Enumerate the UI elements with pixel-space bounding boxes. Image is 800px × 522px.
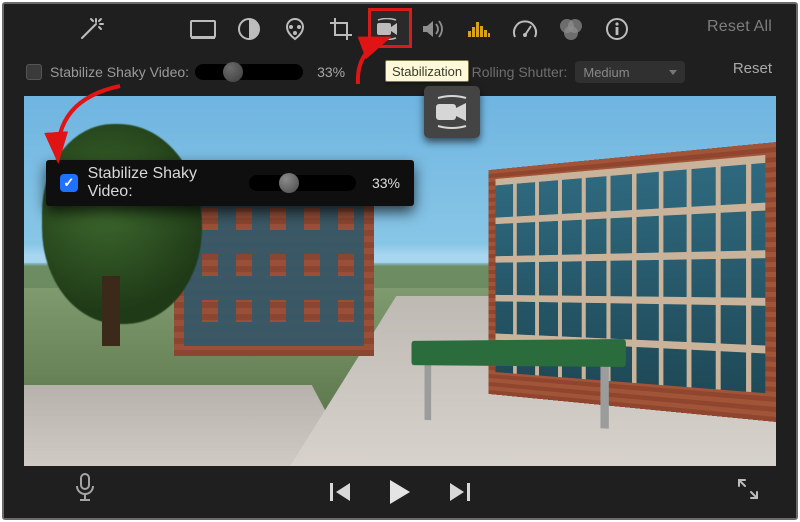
voiceover-mic-icon[interactable] xyxy=(74,473,96,508)
clip-filter-icon[interactable] xyxy=(558,16,584,42)
preview-canopy xyxy=(412,339,626,367)
stabilize-label: Stabilize Shaky Video: xyxy=(50,64,189,80)
stabilize-checkbox-checked[interactable] xyxy=(60,174,78,192)
crop-icon[interactable] xyxy=(328,16,354,42)
info-icon[interactable] xyxy=(604,16,630,42)
app-window: Reset All Stabilize Shaky Video: 33% Fix… xyxy=(2,2,798,520)
slider-knob[interactable] xyxy=(223,62,243,82)
fullscreen-icon[interactable] xyxy=(736,477,760,506)
preview-tree xyxy=(42,124,202,324)
rolling-shutter-value: Medium xyxy=(583,65,629,80)
stabilize-panel-zoom: Stabilize Shaky Video: 33% xyxy=(46,160,414,206)
slider-knob[interactable] xyxy=(279,173,299,193)
next-frame-button[interactable] xyxy=(448,482,470,507)
color-balance-icon[interactable] xyxy=(236,16,262,42)
reset-button[interactable]: Reset xyxy=(733,60,772,77)
magic-wand-icon[interactable] xyxy=(76,16,104,44)
video-preview[interactable] xyxy=(24,96,776,466)
inspector-toolbar: Reset All xyxy=(4,4,796,54)
stabilize-slider-zoom[interactable] xyxy=(249,175,356,191)
stabilization-tooltip: Stabilization xyxy=(385,60,469,82)
stabilize-slider[interactable] xyxy=(195,64,303,80)
stabilize-label-zoom: Stabilize Shaky Video: xyxy=(88,165,243,201)
speed-gauge-icon[interactable] xyxy=(512,16,538,42)
stabilize-value-zoom: 33% xyxy=(372,175,400,191)
preview-building-left xyxy=(174,186,374,356)
stabilize-checkbox[interactable] xyxy=(26,64,42,80)
volume-icon[interactable] xyxy=(420,16,446,42)
rolling-shutter-dropdown[interactable]: Medium xyxy=(575,61,685,83)
reset-all-button[interactable]: Reset All xyxy=(707,18,772,36)
stabilization-icon[interactable] xyxy=(374,16,400,42)
stabilization-callout-icon xyxy=(424,86,480,138)
noise-equalizer-icon[interactable] xyxy=(466,16,492,42)
stabilize-value: 33% xyxy=(317,64,345,80)
playback-bar xyxy=(4,470,796,518)
color-correction-icon[interactable] xyxy=(282,16,308,42)
preview-trunk xyxy=(102,276,120,346)
previous-frame-button[interactable] xyxy=(330,482,352,507)
frame-aspect-icon[interactable] xyxy=(190,16,216,42)
play-button[interactable] xyxy=(388,479,412,510)
preview-building-right xyxy=(489,142,776,422)
